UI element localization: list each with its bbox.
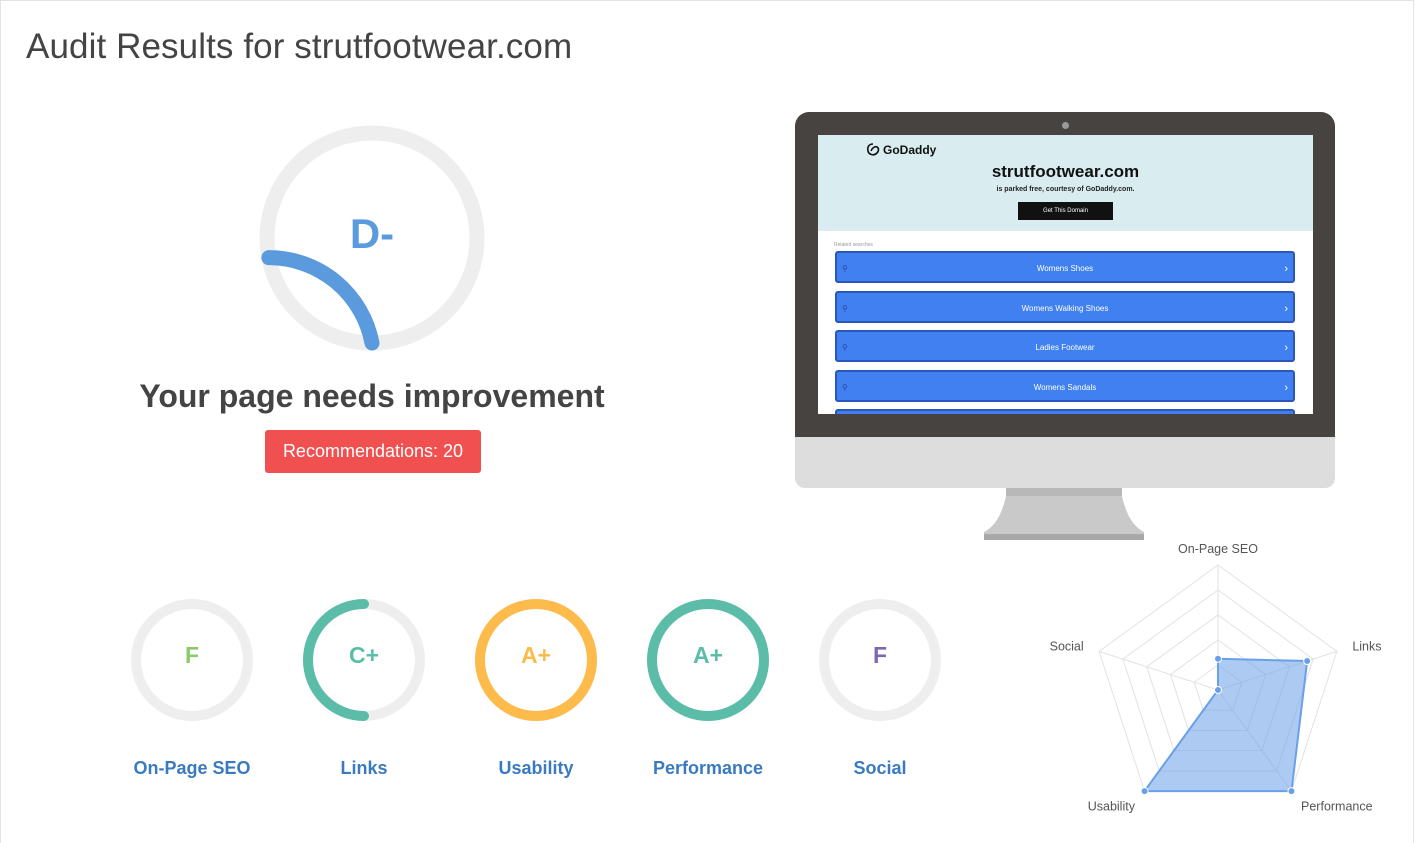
radar-axis-label: Social xyxy=(1050,639,1084,653)
related-search-button[interactable]: ⚲ Womens Shoes › xyxy=(835,251,1295,283)
radar-axis-label: Usability xyxy=(1088,799,1136,813)
monitor-camera xyxy=(1062,122,1069,129)
godaddy-logo-icon xyxy=(866,143,880,156)
radar-series-area xyxy=(1142,657,1309,793)
chevron-right-icon: › xyxy=(1284,382,1288,394)
category-grade: F xyxy=(184,642,200,668)
monitor-neck xyxy=(1006,488,1122,496)
category-grade: C+ xyxy=(348,642,380,668)
related-searches-label: Related searches xyxy=(834,242,873,248)
category-label-links[interactable]: Links xyxy=(264,758,464,779)
related-search-button[interactable]: ⚲ Ladies Footwear › xyxy=(835,330,1295,362)
parked-domain: strutfootwear.com xyxy=(991,162,1140,181)
chevron-right-icon: › xyxy=(1284,263,1288,275)
category-grade: A+ xyxy=(520,642,552,668)
overall-grade: D- xyxy=(349,210,395,257)
category-label-performance[interactable]: Performance xyxy=(608,758,808,779)
related-search-button[interactable]: ⚲ Womens Walking Shoes › xyxy=(835,291,1295,323)
overall-headline: Your page needs improvement xyxy=(139,378,605,414)
related-search-label: Womens Sandals xyxy=(1033,383,1097,392)
monitor-stand xyxy=(984,496,1144,540)
recommendations-badge[interactable]: Recommendations: 20 xyxy=(265,430,481,473)
radar-axis-line xyxy=(1098,650,1219,691)
page-title: Audit Results for strutfootwear.com xyxy=(26,27,573,66)
radar-chart: On-Page SEO Links Performance Usability Soci… xyxy=(1050,542,1382,814)
radar-axis-label: On-Page SEO xyxy=(1178,542,1258,556)
site-preview-screen: GoDaddy strutfootwear.com is parked free… xyxy=(818,135,1313,414)
category-label-on-page-seo[interactable]: On-Page SEO xyxy=(92,758,292,779)
parked-subtitle: is parked free, courtesy of GoDaddy.com. xyxy=(996,186,1135,193)
parked-banner: GoDaddy strutfootwear.com is parked free… xyxy=(818,135,1313,231)
chevron-right-icon: › xyxy=(1284,303,1288,315)
search-icon: ⚲ xyxy=(842,304,848,313)
radar-axis-label: Links xyxy=(1352,639,1381,653)
godaddy-logo: GoDaddy xyxy=(866,143,936,157)
category-grade: A+ xyxy=(692,642,724,668)
radar-point xyxy=(1140,787,1149,796)
radar-point xyxy=(1214,654,1222,663)
get-domain-button[interactable]: Get This Domain xyxy=(1018,202,1113,220)
category-label-social[interactable]: Social xyxy=(780,758,980,779)
search-icon: ⚲ xyxy=(842,343,848,352)
radar-point xyxy=(1214,686,1222,694)
radar-axis-label: Performance xyxy=(1301,799,1373,813)
related-search-button[interactable]: ⚲ Womens Sandals › xyxy=(835,370,1295,402)
category-label-usability[interactable]: Usability xyxy=(436,758,636,779)
godaddy-logo-text: GoDaddy xyxy=(883,143,937,157)
radar-point xyxy=(1303,657,1312,666)
radar-point xyxy=(1287,787,1296,796)
related-search-label: Womens Walking Shoes xyxy=(1021,304,1109,313)
search-icon: ⚲ xyxy=(842,383,848,392)
chevron-right-icon: › xyxy=(1284,342,1288,354)
monitor-chin xyxy=(795,437,1335,488)
related-search-label: Womens Shoes xyxy=(1036,264,1094,273)
related-search-label: Ladies Footwear xyxy=(1035,343,1095,352)
related-search-button-partial[interactable] xyxy=(835,409,1295,414)
category-grade: F xyxy=(872,642,888,668)
search-icon: ⚲ xyxy=(842,264,848,273)
